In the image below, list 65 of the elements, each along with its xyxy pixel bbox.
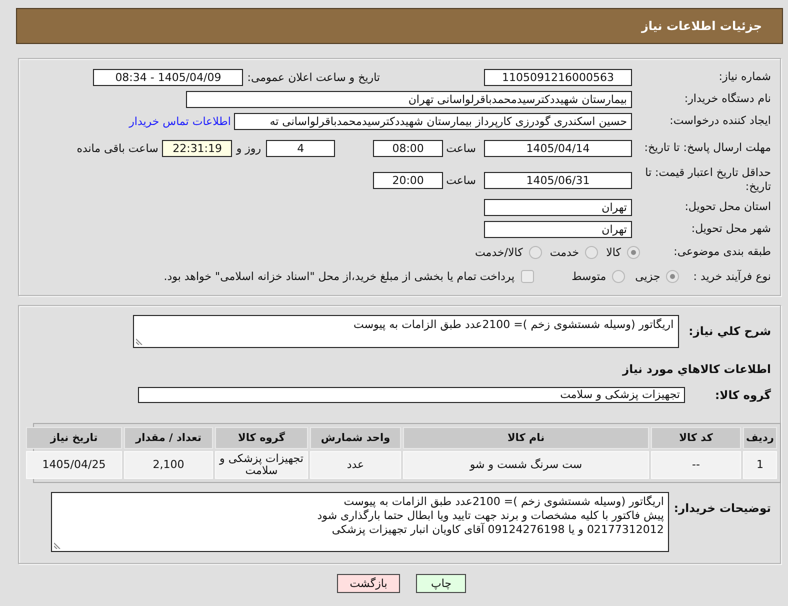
radio-label: خدمت (550, 246, 580, 258)
radio-button[interactable] (528, 246, 542, 258)
reply-time-field[interactable]: 08:00 (373, 140, 444, 156)
resize-grip-icon (54, 541, 62, 549)
section-title: اطلاعات کالاهاي مورد نياز (621, 362, 771, 376)
column-header: کد کالا (651, 427, 741, 449)
field-label: توضیحات خریدار: (674, 500, 771, 516)
description-field[interactable]: اریگاتور (وسیله شستشوی زخم )= 2100عدد طبق الزامات به پیوست (132, 315, 679, 348)
validity-date-field[interactable]: 1405/06/31 (484, 172, 632, 188)
print-button[interactable]: چاپ (416, 574, 466, 593)
field-label: گروه کالا: (714, 387, 771, 403)
field-label: شهر محل تحویل: (690, 222, 771, 236)
buyer-notes-field[interactable]: اریگاتور (وسیله شستشوی زخم )= 2100عدد طبق الزامات به پیوست پیش فاکتور با کلیه مشخصات و برند جهت تایید ویا ابطال حتما بارگذاری شود 02177312012 و یا 09124276198 آقای کاویان انبار تجهیزات پزشکی (50, 492, 669, 552)
contact-info-link[interactable]: اطلاعات تماس خریدار (129, 114, 231, 128)
radio-button[interactable] (627, 246, 640, 258)
field-label: مهلت ارسال پاسخ: تا تاریخ: (643, 141, 771, 155)
column-header: واحد شمارش (310, 427, 401, 449)
column-header: گروه کالا (215, 427, 308, 449)
column-header: تاریخ نیاز (26, 427, 122, 449)
field-label: شماره نیاز: (718, 70, 771, 84)
checkbox[interactable] (520, 270, 534, 282)
field-label: استان محل تحویل: (684, 200, 771, 214)
resize-grip-icon (136, 337, 144, 345)
time-label: ساعت (446, 142, 476, 154)
field-label: نام دستگاه خریدار: (683, 92, 771, 106)
table-cell: 1 (743, 451, 777, 479)
field-label: ایجاد کننده درخواست: (668, 114, 771, 128)
days-label: روز و (236, 142, 262, 154)
table-cell: عدد (310, 451, 401, 479)
radio-label: کالا (606, 246, 621, 258)
header-title: جزئیات اطلاعات نیاز (641, 19, 762, 33)
requester-field[interactable]: حسین اسکندری گودرزی کارپرداز بیمارستان شهیددکترسیدمحمدباقرلواسانی ته (234, 112, 632, 130)
goods-group-field[interactable]: تجهیزات پزشکی و سلامت (138, 387, 685, 403)
field-label: حداقل تاریخ اعتبار قیمت: تا تاریخ: (644, 166, 771, 194)
field-label: نوع فرآیند خرید : (693, 270, 771, 282)
column-header: نام کالا (403, 427, 649, 449)
field-label: تاریخ و ساعت اعلان عمومی: (247, 70, 380, 84)
radio-label: متوسط (572, 270, 606, 282)
table-cell: 1405/04/25 (26, 451, 122, 479)
remaining-label: ساعت باقی مانده (76, 142, 158, 154)
time-label: ساعت (446, 174, 476, 186)
radio-button[interactable] (585, 246, 598, 258)
province-field[interactable]: تهران (484, 198, 632, 216)
radio-button[interactable] (612, 270, 626, 282)
radio-button[interactable] (666, 270, 680, 282)
column-header: ردیف (743, 427, 777, 449)
back-button[interactable]: بازگشت (336, 574, 400, 593)
checkbox-label: پرداخت تمام یا بخشی از مبلغ خرید،از محل "اسناد خزانه اسلامی" خواهد بود. (164, 270, 515, 282)
need-number-field[interactable]: 1105091216000563 (484, 68, 632, 86)
field-label: طبقه بندی موضوعی: (672, 245, 771, 259)
column-header: تعداد / مقدار (124, 427, 213, 449)
days-field[interactable]: 4 (266, 140, 336, 156)
remaining-time-field[interactable]: 22:31:19 (162, 140, 232, 156)
validity-time-field[interactable]: 20:00 (373, 172, 444, 188)
table-cell: -- (651, 451, 741, 479)
reply-date-field[interactable]: 1405/04/14 (484, 140, 632, 156)
announcement-date-field[interactable]: 1405/04/09 - 08:34 (93, 68, 244, 86)
field-label: شرح کلي نياز: (688, 323, 771, 339)
table-cell: تجهیزات پزشکی و سلامت (215, 451, 308, 479)
city-field[interactable]: تهران (484, 220, 632, 238)
radio-label: جزیی (635, 270, 660, 282)
table-cell: ست سرنگ شست و شو (403, 451, 649, 479)
buyer-organization-field[interactable]: بیمارستان شهیددکترسیدمحمدباقرلواسانی تهران (186, 90, 632, 108)
table-cell: 2,100 (124, 451, 213, 479)
radio-label: کالا/خدمت (475, 246, 523, 258)
